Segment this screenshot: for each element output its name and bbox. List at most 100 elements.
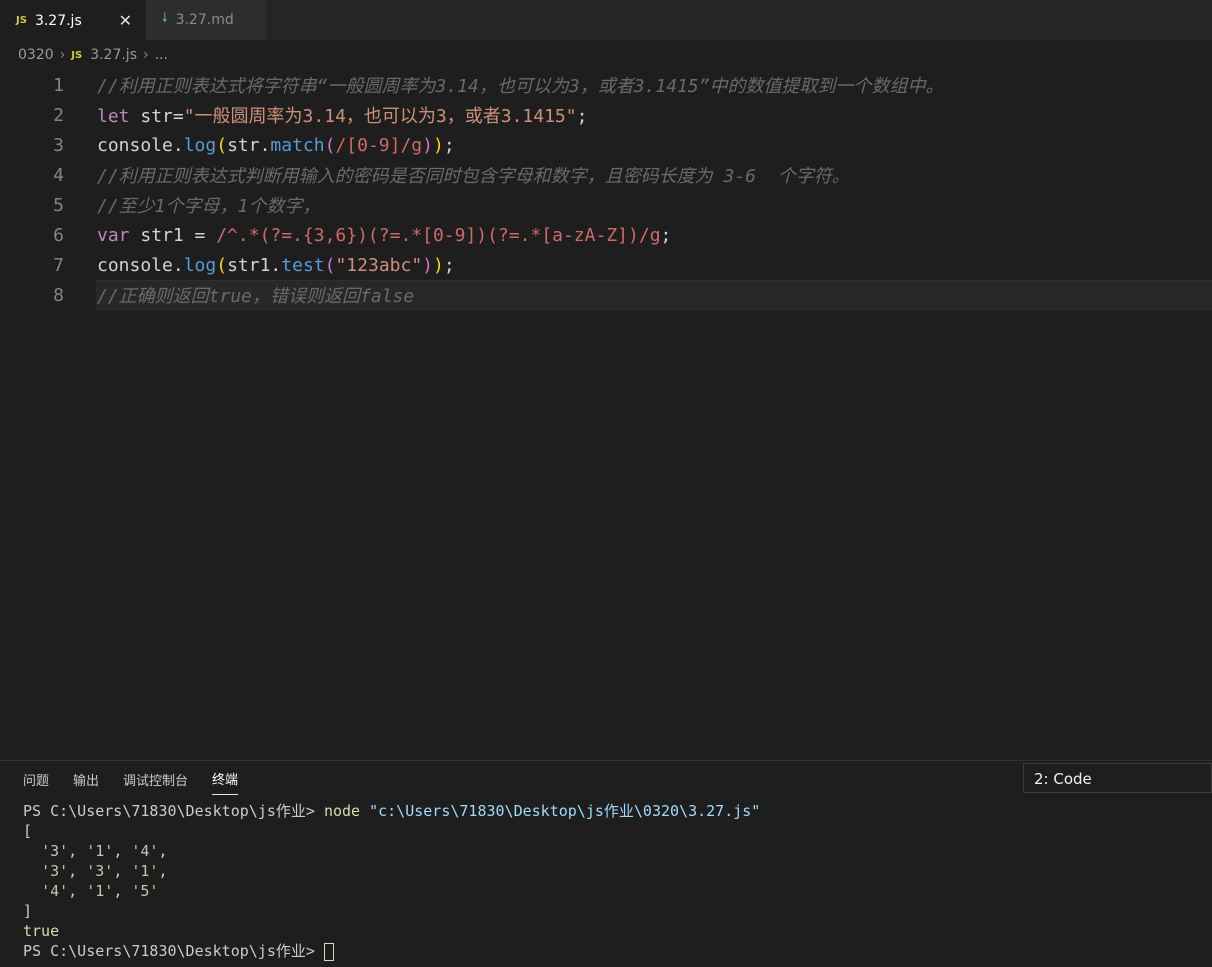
array-value: '1' bbox=[86, 882, 114, 900]
paren-token: ) bbox=[433, 134, 444, 156]
line-number: 1 bbox=[53, 74, 64, 96]
tab-debug-console[interactable]: 调试控制台 bbox=[123, 762, 188, 795]
identifier-token: str bbox=[227, 134, 260, 156]
tab-output[interactable]: 输出 bbox=[73, 762, 99, 795]
terminal-result: true bbox=[23, 922, 60, 940]
array-value: '1' bbox=[86, 842, 114, 860]
array-value: '3' bbox=[41, 842, 69, 860]
paren-token: ) bbox=[422, 134, 433, 156]
code-line[interactable]: 7 console.log(str1.test("123abc")); bbox=[0, 250, 1212, 280]
paren-token: ( bbox=[216, 254, 228, 276]
paren-token: ) bbox=[422, 254, 434, 276]
tab-terminal[interactable]: 终端 bbox=[212, 761, 239, 795]
method-token: test bbox=[281, 254, 325, 276]
code-line[interactable]: 3 console.log(str.match(/[0-9]/g)); bbox=[0, 130, 1212, 160]
chevron-right-icon: › bbox=[59, 47, 66, 63]
line-number: 2 bbox=[53, 104, 64, 126]
editor-tab-bar: JS 3.27.js ✕ 🠗 3.27.md bbox=[0, 0, 1212, 40]
identifier-token: str1 bbox=[129, 224, 184, 246]
terminal-argument: "c:\Users\71830\Desktop\js作业\0320\3.27.j… bbox=[360, 802, 761, 820]
code-line[interactable]: 6 var str1 = /^.*(?=.{3,6})(?=.*[0-9])(?… bbox=[0, 220, 1212, 250]
tab-label: 3.27.js bbox=[34, 12, 82, 29]
code-text: console.log(str1.test("123abc")); bbox=[97, 255, 455, 276]
code-text: //利用正则表达式将字符串“一般圆周率为3.14，也可以为3，或者3.1415”… bbox=[97, 76, 944, 97]
javascript-file-icon: JS bbox=[71, 49, 83, 61]
terminal-prompt: PS C:\Users\71830\Desktop\js作业> bbox=[23, 802, 324, 820]
terminal-command: node bbox=[323, 802, 361, 820]
terminal-line: PS C:\Users\71830\Desktop\js作业> bbox=[23, 941, 760, 961]
array-value: '1' bbox=[131, 862, 159, 880]
string-token: "一般圆周率为3.14，也可以为3，或者3.1415" bbox=[183, 106, 577, 127]
line-number: 4 bbox=[53, 164, 64, 186]
markdown-file-icon: 🠗 bbox=[162, 11, 168, 26]
operator-token: = bbox=[172, 106, 184, 127]
punctuation-token: ; bbox=[660, 224, 672, 246]
identifier-token: str1 bbox=[227, 254, 271, 276]
code-text: //利用正则表达式判断用输入的密码是否同时包含字母和数字，且密码长度为 3-6 … bbox=[97, 166, 850, 187]
terminal-select[interactable]: 2: Code bbox=[1023, 763, 1212, 793]
identifier-token: str bbox=[129, 106, 173, 127]
punctuation-token: . bbox=[270, 254, 282, 276]
terminal-line: '3', '1', '4', bbox=[41, 842, 168, 860]
keyword-token: var bbox=[97, 224, 130, 246]
regex-token: /[0-9]/g bbox=[335, 134, 423, 156]
tab-problems[interactable]: 问题 bbox=[23, 762, 49, 795]
breadcrumb: 0320 › JS 3.27.js › ... bbox=[0, 40, 1212, 70]
code-line[interactable]: 5 //至少1个字母，1个数字， bbox=[0, 190, 1212, 220]
paren-token: ( bbox=[324, 254, 336, 276]
breadcrumb-folder[interactable]: 0320 bbox=[18, 47, 54, 63]
panel-tabs: 问题 输出 调试控制台 终端 bbox=[0, 761, 262, 795]
paren-token: ) bbox=[433, 254, 444, 276]
punctuation-token: . bbox=[172, 134, 184, 156]
array-value: '4' bbox=[131, 842, 159, 860]
tab-label: 3.27.md bbox=[175, 12, 234, 28]
paren-token: ( bbox=[216, 134, 228, 156]
terminal-line: [ bbox=[23, 822, 33, 840]
identifier-token: console bbox=[97, 254, 173, 276]
code-text: //至少1个字母，1个数字， bbox=[97, 196, 321, 217]
code-text: //正确则返回true，错误则返回false bbox=[97, 286, 415, 307]
code-text: let str="一般圆周率为3.14，也可以为3，或者3.1415"; bbox=[97, 102, 587, 128]
terminal-line: '4', '1', '5' bbox=[41, 882, 159, 900]
array-value: '4' bbox=[41, 882, 69, 900]
method-token: log bbox=[183, 254, 217, 276]
punctuation-token: ; bbox=[443, 254, 455, 276]
code-text: console.log(str.match(/[0-9]/g)); bbox=[97, 135, 455, 156]
identifier-token: console bbox=[97, 134, 173, 156]
breadcrumb-file[interactable]: 3.27.js bbox=[90, 47, 137, 63]
line-number: 7 bbox=[53, 254, 64, 276]
terminal-output[interactable]: PS C:\Users\71830\Desktop\js作业> node "c:… bbox=[23, 801, 760, 961]
javascript-file-icon: JS bbox=[16, 15, 27, 26]
line-number: 3 bbox=[53, 134, 64, 156]
terminal-line: ] bbox=[23, 902, 33, 920]
tab-3-27-js[interactable]: JS 3.27.js ✕ bbox=[0, 0, 146, 40]
terminal-cursor[interactable] bbox=[323, 942, 334, 961]
bottom-panel: 问题 输出 调试控制台 终端 2: Code PS C:\Users\71830… bbox=[0, 760, 1212, 967]
line-number: 5 bbox=[53, 194, 64, 216]
terminal-line: PS C:\Users\71830\Desktop\js作业> node "c:… bbox=[23, 801, 760, 821]
punctuation-token: ; bbox=[443, 134, 455, 156]
method-token: match bbox=[270, 134, 325, 156]
tab-3-27-md[interactable]: 🠗 3.27.md bbox=[146, 0, 266, 40]
breadcrumb-more[interactable]: ... bbox=[155, 47, 168, 63]
paren-token: ( bbox=[324, 134, 336, 156]
close-icon[interactable]: ✕ bbox=[119, 11, 132, 30]
code-line[interactable]: 4 //利用正则表达式判断用输入的密码是否同时包含字母和数字，且密码长度为 3-… bbox=[0, 160, 1212, 190]
code-line[interactable]: 1 //利用正则表达式将字符串“一般圆周率为3.14，也可以为3，或者3.141… bbox=[0, 70, 1212, 100]
code-editor[interactable]: 1 //利用正则表达式将字符串“一般圆周率为3.14，也可以为3，或者3.141… bbox=[0, 70, 1212, 750]
chevron-right-icon: › bbox=[143, 47, 149, 63]
array-value: '3' bbox=[41, 862, 69, 880]
code-text: var str1 = /^.*(?=.{3,6})(?=.*[0-9])(?=.… bbox=[97, 225, 671, 246]
terminal-prompt: PS C:\Users\71830\Desktop\js作业> bbox=[23, 942, 324, 960]
line-number: 6 bbox=[53, 224, 64, 246]
code-line-current[interactable]: 8 //正确则返回true，错误则返回false bbox=[53, 280, 1212, 310]
method-token: log bbox=[183, 134, 217, 156]
punctuation-token: . bbox=[259, 134, 271, 156]
punctuation-token: ; bbox=[576, 106, 588, 127]
regex-token: /^.*(?=.{3,6})(?=.*[0-9])(?=.*[a-zA-Z])/… bbox=[216, 224, 661, 246]
terminal-line: '3', '3', '1', bbox=[41, 862, 168, 880]
array-value: '3' bbox=[86, 862, 114, 880]
code-line[interactable]: 2 let str="一般圆周率为3.14，也可以为3，或者3.1415"; bbox=[0, 100, 1212, 130]
line-number: 8 bbox=[53, 284, 64, 306]
keyword-token: let bbox=[97, 106, 130, 127]
